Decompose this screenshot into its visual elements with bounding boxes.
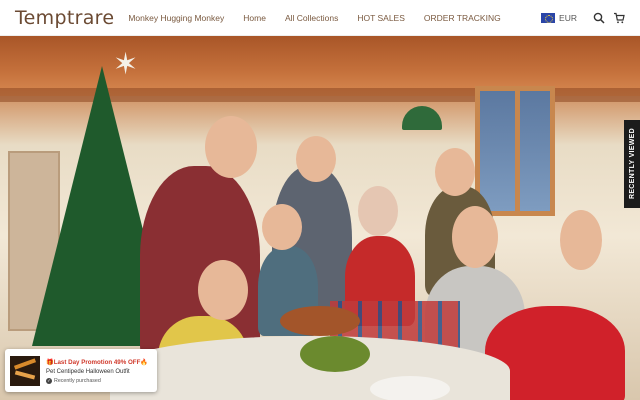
recently-viewed-tab[interactable]: RECENTLY VIEWED xyxy=(624,120,640,208)
header-actions: EUR xyxy=(541,0,626,36)
nav-item-order-tracking[interactable]: ORDER TRACKING xyxy=(424,13,501,23)
eu-flag-icon xyxy=(541,13,556,23)
person-grandmother-head xyxy=(358,186,398,236)
nav-item-hot-sales[interactable]: HOT SALES xyxy=(357,13,405,23)
person-santa-hat-man-head xyxy=(296,136,336,182)
person-child-crown-head xyxy=(198,260,248,320)
food-bowl-salad xyxy=(300,336,370,372)
currency-label: EUR xyxy=(559,13,577,23)
promo-status-text: Recently purchased xyxy=(54,377,101,384)
product-thumbnail[interactable] xyxy=(10,355,40,386)
person-grandfather-head xyxy=(205,116,257,178)
recently-viewed-label: RECENTLY VIEWED xyxy=(628,128,636,200)
person-girl-right-head xyxy=(560,210,602,270)
promo-text: 🎁Last Day Promotion 49% OFF🔥 Pet Centipe… xyxy=(46,358,148,384)
nav-item-home[interactable]: Home xyxy=(243,13,266,23)
pendant-lamp xyxy=(402,106,442,130)
person-woman-reindeer-head xyxy=(435,148,475,196)
promo-product-name[interactable]: Pet Centipede Halloween Outfit xyxy=(46,369,148,375)
tree-star-icon: ✶ xyxy=(113,48,139,81)
main-nav: Monkey Hugging Monkey Home All Collectio… xyxy=(128,13,519,23)
nav-item-all-collections[interactable]: All Collections xyxy=(285,13,338,23)
promo-title: 🎁Last Day Promotion 49% OFF🔥 xyxy=(46,358,149,366)
site-logo[interactable]: Temptrare xyxy=(15,7,114,29)
person-old-man-center-head xyxy=(262,204,302,250)
nav-item-monkey-hugging-monkey[interactable]: Monkey Hugging Monkey xyxy=(128,13,224,23)
site-header: Temptrare Monkey Hugging Monkey Home All… xyxy=(0,0,640,36)
recent-purchase-popup[interactable]: 🎁Last Day Promotion 49% OFF🔥 Pet Centipe… xyxy=(5,349,157,392)
food-plate-roast xyxy=(280,306,360,336)
check-icon: ✓ xyxy=(46,377,52,384)
promo-status: ✓ Recently purchased xyxy=(46,377,148,384)
background-window xyxy=(475,86,555,216)
cart-icon[interactable] xyxy=(612,11,626,25)
hero-banner-image[interactable]: ✶ xyxy=(0,36,640,400)
food-plate-white xyxy=(370,376,450,400)
currency-selector[interactable]: EUR xyxy=(541,13,577,23)
search-icon[interactable] xyxy=(592,11,606,25)
person-girl-center-head xyxy=(452,206,498,268)
